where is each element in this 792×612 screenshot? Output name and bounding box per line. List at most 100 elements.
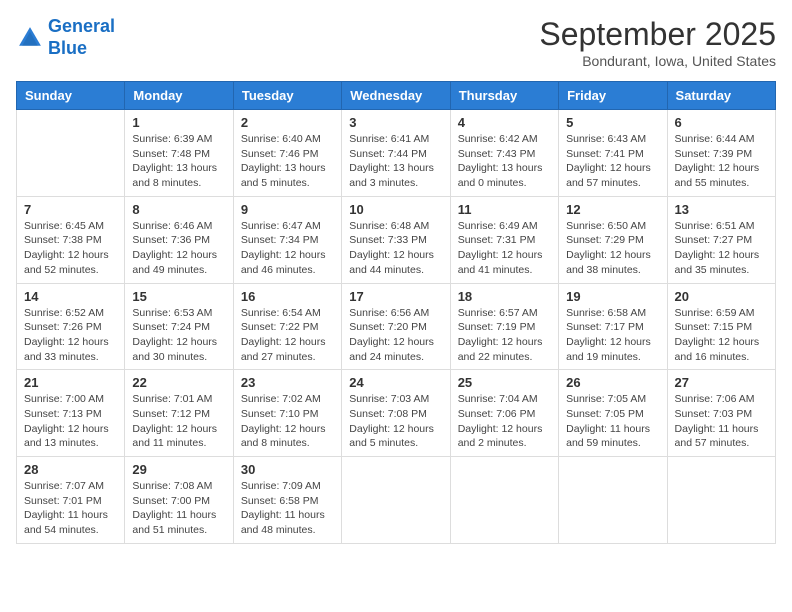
day-info: Sunrise: 6:45 AMSunset: 7:38 PMDaylight:… — [24, 219, 117, 278]
day-info: Sunrise: 7:07 AMSunset: 7:01 PMDaylight:… — [24, 479, 117, 538]
location: Bondurant, Iowa, United States — [539, 53, 776, 69]
day-info: Sunrise: 7:02 AMSunset: 7:10 PMDaylight:… — [241, 392, 334, 451]
day-info: Sunrise: 6:41 AMSunset: 7:44 PMDaylight:… — [349, 132, 442, 191]
calendar-cell — [559, 457, 667, 544]
day-number: 16 — [241, 289, 334, 304]
calendar-cell: 27 Sunrise: 7:06 AMSunset: 7:03 PMDayligh… — [667, 370, 775, 457]
day-number: 10 — [349, 202, 442, 217]
day-info: Sunrise: 6:40 AMSunset: 7:46 PMDaylight:… — [241, 132, 334, 191]
calendar-cell: 10Sunrise: 6:48 AMSunset: 7:33 PMDayligh… — [342, 196, 450, 283]
day-number: 28 — [24, 462, 117, 477]
calendar-cell: 7 Sunrise: 6:45 AMSunset: 7:38 PMDaylight… — [17, 196, 125, 283]
calendar-week-row: 21Sunrise: 7:00 AMSunset: 7:13 PMDayligh… — [17, 370, 776, 457]
calendar-cell: 25 Sunrise: 7:04 AMSunset: 7:06 PMDayligh… — [450, 370, 558, 457]
day-info: Sunrise: 6:46 AMSunset: 7:36 PMDaylight:… — [132, 219, 225, 278]
day-info: Sunrise: 7:04 AMSunset: 7:06 PMDaylight:… — [458, 392, 551, 451]
day-number: 5 — [566, 115, 659, 130]
day-info: Sunrise: 7:03 AMSunset: 7:08 PMDaylight:… — [349, 392, 442, 451]
title-block: September 2025 Bondurant, Iowa, United S… — [539, 16, 776, 69]
day-number: 13 — [675, 202, 768, 217]
calendar-cell: 11 Sunrise: 6:49 AMSunset: 7:31 PMDayligh… — [450, 196, 558, 283]
day-number: 29 — [132, 462, 225, 477]
calendar-cell: 17 Sunrise: 6:56 AMSunset: 7:20 PMDayligh… — [342, 283, 450, 370]
day-number: 25 — [458, 375, 551, 390]
calendar-cell: 22 Sunrise: 7:01 AMSunset: 7:12 PMDayligh… — [125, 370, 233, 457]
day-number: 19 — [566, 289, 659, 304]
day-header-saturday: Saturday — [667, 82, 775, 110]
calendar-cell: 2Sunrise: 6:40 AMSunset: 7:46 PMDaylight… — [233, 110, 341, 197]
calendar-cell: 18 Sunrise: 6:57 AMSunset: 7:19 PMDayligh… — [450, 283, 558, 370]
logo-text: General Blue — [48, 16, 115, 59]
calendar-cell: 15 Sunrise: 6:53 AMSunset: 7:24 PMDayligh… — [125, 283, 233, 370]
day-number: 22 — [132, 375, 225, 390]
day-number: 9 — [241, 202, 334, 217]
day-number: 24 — [349, 375, 442, 390]
day-number: 3 — [349, 115, 442, 130]
month-title: September 2025 — [539, 16, 776, 53]
day-info: Sunrise: 6:47 AMSunset: 7:34 PMDaylight:… — [241, 219, 334, 278]
day-number: 11 — [458, 202, 551, 217]
day-info: Sunrise: 6:51 AMSunset: 7:27 PMDaylight:… — [675, 219, 768, 278]
calendar-cell: 3 Sunrise: 6:41 AMSunset: 7:44 PMDaylight… — [342, 110, 450, 197]
calendar-cell: 20 Sunrise: 6:59 AMSunset: 7:15 PMDayligh… — [667, 283, 775, 370]
day-number: 27 — [675, 375, 768, 390]
day-header-wednesday: Wednesday — [342, 82, 450, 110]
calendar-cell — [17, 110, 125, 197]
day-number: 20 — [675, 289, 768, 304]
calendar-header-row: SundayMondayTuesdayWednesdayThursdayFrid… — [17, 82, 776, 110]
day-number: 15 — [132, 289, 225, 304]
logo-line1: General — [48, 16, 115, 36]
calendar-cell — [450, 457, 558, 544]
day-info: Sunrise: 6:52 AMSunset: 7:26 PMDaylight:… — [24, 306, 117, 365]
day-number: 4 — [458, 115, 551, 130]
calendar-week-row: 7 Sunrise: 6:45 AMSunset: 7:38 PMDaylight… — [17, 196, 776, 283]
day-number: 26 — [566, 375, 659, 390]
day-info: Sunrise: 7:06 AMSunset: 7:03 PMDaylight:… — [675, 392, 768, 451]
calendar-cell: 8 Sunrise: 6:46 AMSunset: 7:36 PMDaylight… — [125, 196, 233, 283]
day-number: 8 — [132, 202, 225, 217]
calendar-cell: 29 Sunrise: 7:08 AMSunset: 7:00 PMDayligh… — [125, 457, 233, 544]
logo-line2: Blue — [48, 38, 87, 58]
calendar-cell: 16Sunrise: 6:54 AMSunset: 7:22 PMDayligh… — [233, 283, 341, 370]
day-info: Sunrise: 6:59 AMSunset: 7:15 PMDaylight:… — [675, 306, 768, 365]
calendar-cell: 5Sunrise: 6:43 AMSunset: 7:41 PMDaylight… — [559, 110, 667, 197]
page-header: General Blue September 2025 Bondurant, I… — [16, 16, 776, 69]
day-header-sunday: Sunday — [17, 82, 125, 110]
day-info: Sunrise: 6:42 AMSunset: 7:43 PMDaylight:… — [458, 132, 551, 191]
calendar-cell: 9 Sunrise: 6:47 AMSunset: 7:34 PMDaylight… — [233, 196, 341, 283]
calendar-cell — [667, 457, 775, 544]
day-info: Sunrise: 6:58 AMSunset: 7:17 PMDaylight:… — [566, 306, 659, 365]
calendar-cell: 12 Sunrise: 6:50 AMSunset: 7:29 PMDayligh… — [559, 196, 667, 283]
day-number: 18 — [458, 289, 551, 304]
day-info: Sunrise: 7:09 AMSunset: 6:58 PMDaylight:… — [241, 479, 334, 538]
day-number: 7 — [24, 202, 117, 217]
day-number: 17 — [349, 289, 442, 304]
logo: General Blue — [16, 16, 115, 59]
day-number: 30 — [241, 462, 334, 477]
day-number: 14 — [24, 289, 117, 304]
day-header-friday: Friday — [559, 82, 667, 110]
day-number: 12 — [566, 202, 659, 217]
calendar-cell: 19 Sunrise: 6:58 AMSunset: 7:17 PMDayligh… — [559, 283, 667, 370]
calendar-week-row: 28 Sunrise: 7:07 AMSunset: 7:01 PMDayligh… — [17, 457, 776, 544]
day-info: Sunrise: 6:53 AMSunset: 7:24 PMDaylight:… — [132, 306, 225, 365]
day-info: Sunrise: 6:49 AMSunset: 7:31 PMDaylight:… — [458, 219, 551, 278]
day-info: Sunrise: 7:01 AMSunset: 7:12 PMDaylight:… — [132, 392, 225, 451]
calendar-cell: 6Sunrise: 6:44 AMSunset: 7:39 PMDaylight… — [667, 110, 775, 197]
day-info: Sunrise: 6:50 AMSunset: 7:29 PMDaylight:… — [566, 219, 659, 278]
calendar-cell: 1Sunrise: 6:39 AMSunset: 7:48 PMDaylight… — [125, 110, 233, 197]
calendar: SundayMondayTuesdayWednesdayThursdayFrid… — [16, 81, 776, 544]
calendar-week-row: 1Sunrise: 6:39 AMSunset: 7:48 PMDaylight… — [17, 110, 776, 197]
day-header-tuesday: Tuesday — [233, 82, 341, 110]
day-number: 6 — [675, 115, 768, 130]
day-info: Sunrise: 6:57 AMSunset: 7:19 PMDaylight:… — [458, 306, 551, 365]
calendar-cell: 23Sunrise: 7:02 AMSunset: 7:10 PMDayligh… — [233, 370, 341, 457]
calendar-cell: 26Sunrise: 7:05 AMSunset: 7:05 PMDayligh… — [559, 370, 667, 457]
calendar-cell: 24 Sunrise: 7:03 AMSunset: 7:08 PMDayligh… — [342, 370, 450, 457]
day-info: Sunrise: 7:08 AMSunset: 7:00 PMDaylight:… — [132, 479, 225, 538]
day-number: 1 — [132, 115, 225, 130]
calendar-cell: 21Sunrise: 7:00 AMSunset: 7:13 PMDayligh… — [17, 370, 125, 457]
calendar-week-row: 14 Sunrise: 6:52 AMSunset: 7:26 PMDayligh… — [17, 283, 776, 370]
day-info: Sunrise: 6:56 AMSunset: 7:20 PMDaylight:… — [349, 306, 442, 365]
day-info: Sunrise: 7:00 AMSunset: 7:13 PMDaylight:… — [24, 392, 117, 451]
